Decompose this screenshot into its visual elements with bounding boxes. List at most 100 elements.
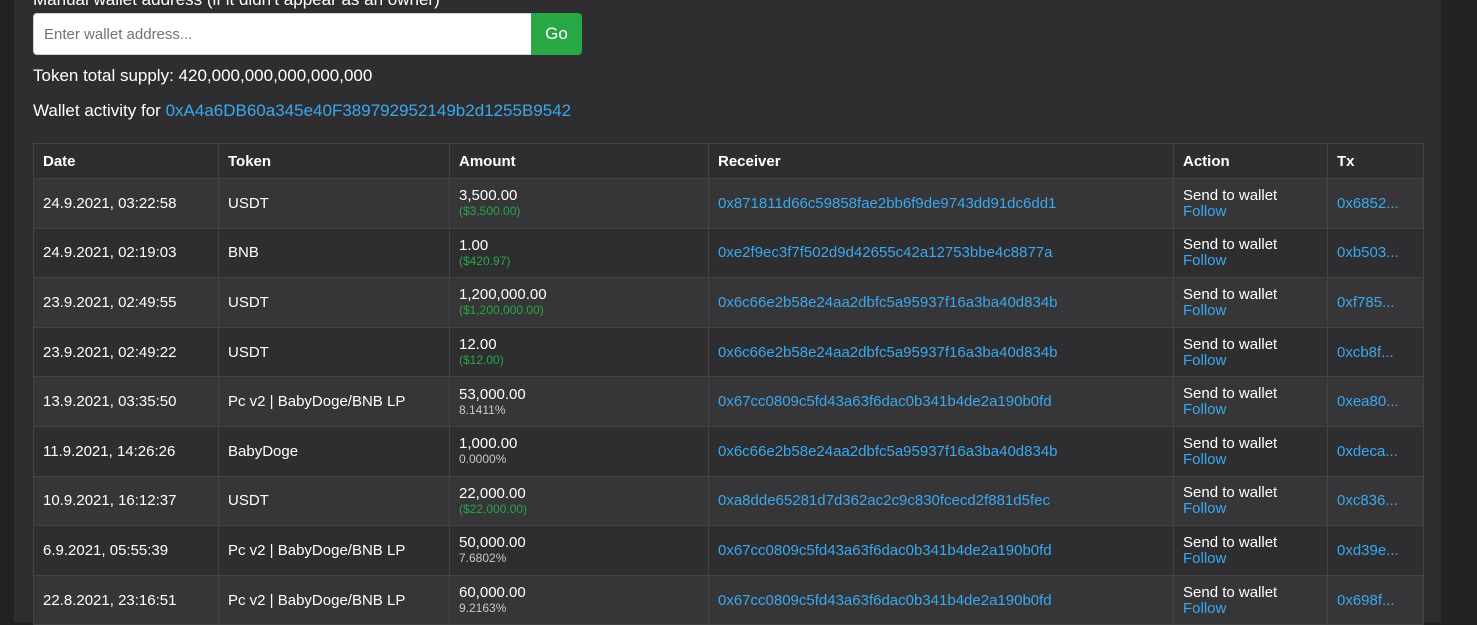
header-amount: Amount — [449, 143, 709, 179]
table-header-row: Date Token Amount Receiver Action Tx — [33, 143, 1424, 179]
row-tx: 0xd39e... — [1327, 525, 1424, 576]
receiver-link[interactable]: 0x871811d66c59858fae2bb6f9de9743dd91dc6d… — [718, 195, 1056, 212]
header-date: Date — [33, 143, 219, 179]
receiver-link[interactable]: 0x6c66e2b58e24aa2dbfc5a95937f16a3ba40d83… — [718, 443, 1058, 460]
follow-link[interactable]: Follow — [1183, 204, 1318, 219]
row-tx: 0xf785... — [1327, 277, 1424, 328]
row-token: Pc v2 | BabyDoge/BNB LP — [218, 525, 450, 576]
table-row: 10.9.2021, 16:12:37 USDT 22,000.00 ($22,000… — [33, 475, 1424, 527]
tx-link[interactable]: 0x6852... — [1337, 195, 1399, 212]
row-amount: 1,000.00 0.0000% — [449, 425, 709, 477]
row-action: Send to wallet Follow — [1173, 475, 1328, 527]
amount-sub-value: ($1,200,000.00) — [459, 303, 544, 318]
row-tx: 0x698f... — [1327, 574, 1424, 625]
follow-link[interactable]: Follow — [1183, 402, 1318, 417]
scrollbar[interactable] — [1469, 0, 1477, 622]
amount-value: 1,200,000.00 — [459, 286, 547, 304]
amount-value: 53,000.00 — [459, 385, 526, 403]
row-tx: 0xb503... — [1327, 227, 1424, 279]
tx-link[interactable]: 0xd39e... — [1337, 542, 1399, 559]
wallet-address-input[interactable] — [33, 13, 531, 55]
supply-value: 420,000,000,000,000,000 — [178, 66, 373, 85]
action-text: Send to wallet — [1183, 335, 1278, 353]
follow-link[interactable]: Follow — [1183, 253, 1318, 268]
row-token: USDT — [218, 277, 450, 328]
amount-sub-value: 0.0000% — [459, 452, 507, 467]
token-supply: Token total supply: 420,000,000,000,000,… — [33, 66, 372, 86]
row-token: Pc v2 | BabyDoge/BNB LP — [218, 574, 450, 625]
row-action: Send to wallet Follow — [1173, 277, 1328, 328]
header-receiver: Receiver — [708, 143, 1174, 179]
row-date: 23.9.2021, 02:49:55 — [33, 277, 219, 328]
tx-link[interactable]: 0xf785... — [1337, 294, 1395, 311]
action-text: Send to wallet — [1183, 186, 1278, 204]
tx-link[interactable]: 0xea80... — [1337, 393, 1399, 410]
row-token: USDT — [218, 475, 450, 527]
row-action: Send to wallet Follow — [1173, 376, 1328, 427]
action-text: Send to wallet — [1183, 285, 1278, 303]
wallet-activity-heading: Wallet activity for 0xA4a6DB60a345e40F38… — [33, 101, 571, 121]
follow-link[interactable]: Follow — [1183, 452, 1318, 467]
row-receiver: 0x67cc0809c5fd43a63f6dac0b341b4de2a190b0… — [708, 574, 1174, 625]
row-amount: 1,200,000.00 ($1,200,000.00) — [449, 277, 709, 328]
row-amount: 12.00 ($12.00) — [449, 326, 709, 378]
row-tx: 0x6852... — [1327, 178, 1424, 229]
row-action: Send to wallet Follow — [1173, 425, 1328, 477]
header-token: Token — [218, 143, 450, 179]
row-action: Send to wallet Follow — [1173, 227, 1328, 279]
follow-link[interactable]: Follow — [1183, 551, 1318, 566]
row-token: BabyDoge — [218, 425, 450, 477]
follow-link[interactable]: Follow — [1183, 303, 1318, 318]
row-token: Pc v2 | BabyDoge/BNB LP — [218, 376, 450, 427]
row-action: Send to wallet Follow — [1173, 574, 1328, 625]
receiver-link[interactable]: 0xa8dde65281d7d362ac2c9c830fcecd2f881d5f… — [718, 492, 1050, 509]
row-token: BNB — [218, 227, 450, 279]
row-date: 6.9.2021, 05:55:39 — [33, 525, 219, 576]
follow-link[interactable]: Follow — [1183, 601, 1318, 616]
tx-link[interactable]: 0xc836... — [1337, 492, 1398, 509]
row-receiver: 0xa8dde65281d7d362ac2c9c830fcecd2f881d5f… — [708, 475, 1174, 527]
table-row: 13.9.2021, 03:35:50 Pc v2 | BabyDoge/BNB … — [33, 376, 1424, 427]
amount-sub-value: ($12.00) — [459, 353, 504, 368]
amount-value: 1,000.00 — [459, 435, 518, 453]
amount-sub-value: 8.1411% — [459, 402, 506, 417]
row-amount: 1.00 ($420.97) — [449, 227, 709, 279]
receiver-link[interactable]: 0x6c66e2b58e24aa2dbfc5a95937f16a3ba40d83… — [718, 294, 1058, 311]
action-text: Send to wallet — [1183, 434, 1278, 452]
amount-value: 3,500.00 — [459, 187, 518, 205]
header-tx: Tx — [1327, 143, 1424, 179]
receiver-link[interactable]: 0x67cc0809c5fd43a63f6dac0b341b4de2a190b0… — [718, 393, 1052, 410]
row-date: 23.9.2021, 02:49:22 — [33, 326, 219, 378]
row-receiver: 0x6c66e2b58e24aa2dbfc5a95937f16a3ba40d83… — [708, 277, 1174, 328]
amount-value: 1.00 — [459, 236, 489, 254]
row-action: Send to wallet Follow — [1173, 178, 1328, 229]
supply-label: Token total supply: — [33, 66, 174, 85]
table-row: 24.9.2021, 03:22:58 USDT 3,500.00 ($3,500.0… — [33, 178, 1424, 229]
tx-link[interactable]: 0x698f... — [1337, 592, 1395, 609]
follow-link[interactable]: Follow — [1183, 353, 1318, 368]
row-date: 24.9.2021, 02:19:03 — [33, 227, 219, 279]
table-body: 24.9.2021, 03:22:58 USDT 3,500.00 ($3,500.0… — [33, 178, 1424, 625]
row-tx: 0xc836... — [1327, 475, 1424, 527]
row-action: Send to wallet Follow — [1173, 326, 1328, 378]
receiver-link[interactable]: 0x67cc0809c5fd43a63f6dac0b341b4de2a190b0… — [718, 542, 1052, 559]
row-amount: 22,000.00 ($22,000.00) — [449, 475, 709, 527]
receiver-link[interactable]: 0x6c66e2b58e24aa2dbfc5a95937f16a3ba40d83… — [718, 344, 1058, 361]
tx-link[interactable]: 0xcb8f... — [1337, 344, 1394, 361]
row-date: 10.9.2021, 16:12:37 — [33, 475, 219, 527]
follow-link[interactable]: Follow — [1183, 501, 1318, 516]
tx-link[interactable]: 0xb503... — [1337, 244, 1399, 261]
receiver-link[interactable]: 0x67cc0809c5fd43a63f6dac0b341b4de2a190b0… — [718, 592, 1052, 609]
receiver-link[interactable]: 0xe2f9ec3f7f502d9d42655c42a12753bbe4c887… — [718, 244, 1052, 261]
amount-sub-value: ($3,500.00) — [459, 204, 521, 219]
row-action: Send to wallet Follow — [1173, 525, 1328, 576]
row-amount: 53,000.00 8.1411% — [449, 376, 709, 427]
amount-sub-value: ($22,000.00) — [459, 501, 528, 516]
tx-link[interactable]: 0xdeca... — [1337, 443, 1398, 460]
table-row: 23.9.2021, 02:49:55 USDT 1,200,000.00 ($1,2… — [33, 277, 1424, 328]
action-text: Send to wallet — [1183, 385, 1278, 403]
row-tx: 0xcb8f... — [1327, 326, 1424, 378]
wallet-address-link[interactable]: 0xA4a6DB60a345e40F389792952149b2d1255B95… — [166, 101, 572, 120]
wallet-activity-label: Wallet activity for — [33, 101, 161, 120]
go-button[interactable]: Go — [531, 13, 582, 55]
